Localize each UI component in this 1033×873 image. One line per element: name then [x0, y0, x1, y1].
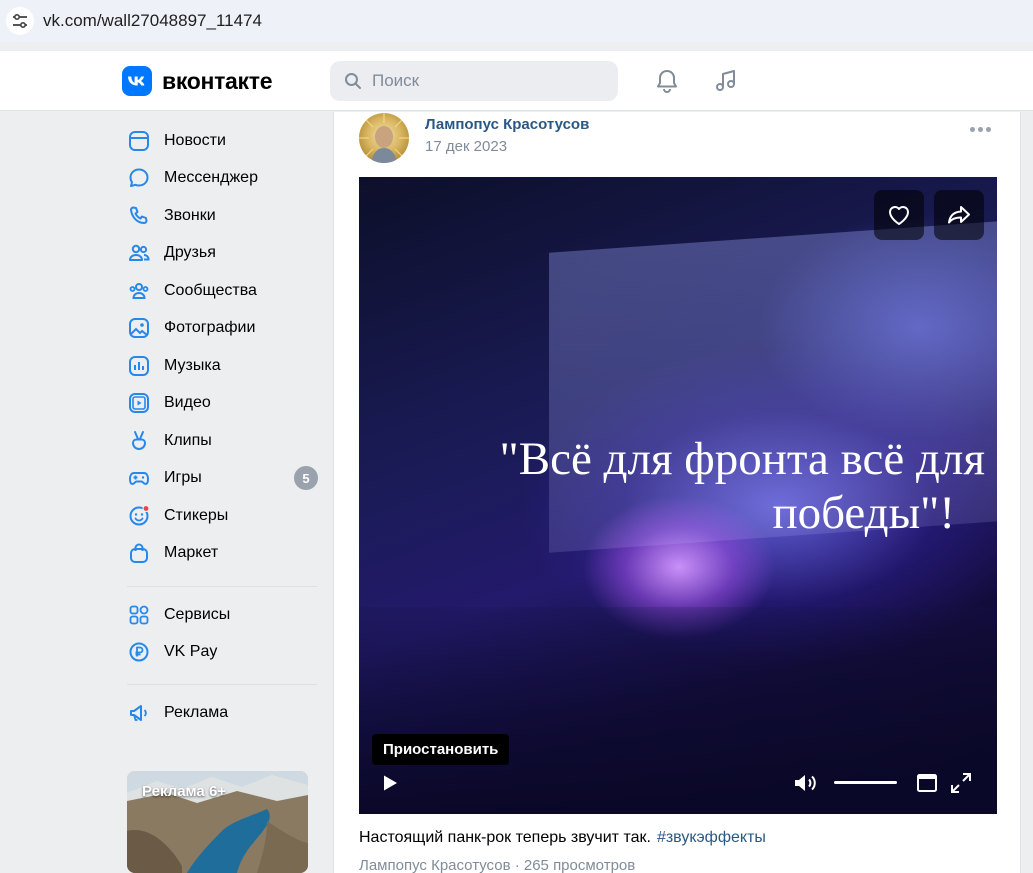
post-body: Настоящий панк-рок теперь звучит так. [359, 829, 651, 846]
search-placeholder: Поиск [372, 71, 420, 90]
sidebar-item-label: Реклама [164, 704, 229, 721]
sidebar-divider [127, 586, 317, 587]
sidebar-item-label: Клипы [164, 432, 212, 449]
sidebar-item-label: Звонки [164, 207, 216, 224]
video-caption-line: "Всё для фронта всё для [499, 433, 985, 485]
url-text[interactable]: vk.com/wall27048897_11474 [43, 11, 262, 31]
services-icon [127, 603, 151, 627]
sidebar-item-news[interactable]: Новости [122, 123, 318, 159]
post-date[interactable]: 17 дек 2023 [425, 138, 507, 155]
sidebar-item-label: Друзья [164, 244, 216, 261]
post-meta: Лампопус Красотусов · 265 просмотров [359, 857, 636, 873]
sidebar-item-label: Игры [164, 469, 202, 486]
wall-post: Лампопус Красотусов 17 дек 2023 "Всё для… [333, 112, 1021, 873]
sidebar-item-communities[interactable]: Сообщества [122, 273, 318, 309]
music-icon [127, 354, 151, 378]
games-badge: 5 [294, 466, 318, 490]
sidebar-item-label: Новости [164, 132, 226, 149]
sidebar-item-label: Мессенджер [164, 169, 258, 186]
avatar[interactable] [359, 113, 409, 163]
sidebar-item-label: Фотографии [164, 319, 256, 336]
volume-button[interactable] [791, 772, 821, 794]
search-input[interactable]: Поиск [330, 61, 618, 101]
logo-text: вконтакте [162, 67, 273, 94]
sidebar-item-market[interactable]: Маркет [122, 535, 318, 571]
ad-banner-label: Реклама 6+ [142, 783, 227, 800]
sidebar-item-games[interactable]: Игры 5 [122, 460, 318, 496]
fullscreen-button[interactable] [949, 772, 973, 794]
phone-icon [127, 204, 151, 228]
search-icon [344, 72, 362, 90]
top-header: вконтакте Поиск [0, 51, 1033, 111]
clips-icon [127, 429, 151, 453]
sidebar-item-ads[interactable]: Реклама [122, 695, 318, 731]
sidebar-item-stickers[interactable]: Стикеры [122, 498, 318, 534]
hashtag-link[interactable]: #звукэффекты [657, 829, 766, 846]
share-icon [948, 206, 970, 224]
stickers-icon [127, 504, 151, 528]
video-caption: "Всё для фронта всё для победы"! [385, 432, 985, 540]
video-frame-crowd [359, 607, 997, 814]
vkpay-icon [127, 640, 151, 664]
vk-logo-icon [122, 66, 152, 96]
friends-icon [127, 241, 151, 265]
mini-player-button[interactable] [915, 772, 939, 794]
communities-icon [127, 279, 151, 303]
sidebar-item-friends[interactable]: Друзья [122, 235, 318, 271]
sidebar-item-label: Музыка [164, 357, 221, 374]
play-icon [384, 775, 397, 791]
share-button[interactable] [934, 190, 984, 240]
games-icon [127, 466, 151, 490]
like-button[interactable] [874, 190, 924, 240]
video-icon [127, 391, 151, 415]
market-icon [127, 541, 151, 565]
more-options-icon[interactable] [970, 127, 991, 132]
volume-slider[interactable] [834, 781, 897, 784]
music-icon[interactable] [712, 67, 740, 95]
sidebar-item-music[interactable]: Музыка [122, 348, 318, 384]
sidebar-item-label: VK Pay [164, 643, 218, 660]
sidebar-item-video[interactable]: Видео [122, 385, 318, 421]
sidebar-item-label: Сервисы [164, 606, 231, 623]
video-player[interactable]: "Всё для фронта всё для победы"! Приоста… [359, 177, 997, 814]
sidebar-item-clips[interactable]: Клипы [122, 423, 318, 459]
volume-icon [795, 775, 816, 791]
sidebar-item-services[interactable]: Сервисы [122, 597, 318, 633]
messenger-icon [127, 166, 151, 190]
window-icon [917, 774, 937, 792]
sidebar-item-vkpay[interactable]: VK Pay [122, 634, 318, 670]
sidebar-item-label: Сообщества [164, 282, 257, 299]
pause-tooltip: Приостановить [372, 734, 510, 765]
vk-logo[interactable]: вконтакте [122, 66, 273, 96]
news-icon [127, 129, 151, 153]
bell-icon[interactable] [653, 67, 681, 95]
ad-banner[interactable]: Реклама 6+ [127, 771, 308, 873]
post-text: Настоящий панк-рок теперь звучит так. #зв… [359, 829, 766, 847]
sidebar-item-photos[interactable]: Фотографии [122, 310, 318, 346]
fullscreen-icon [951, 773, 971, 793]
post-author[interactable]: Лампопус Красотусов [425, 116, 589, 133]
sidebar-item-calls[interactable]: Звонки [122, 198, 318, 234]
site-settings-icon[interactable] [6, 7, 34, 35]
sidebar-item-messenger[interactable]: Мессенджер [122, 160, 318, 196]
heart-icon [889, 206, 909, 225]
sidebar-item-label: Маркет [164, 544, 219, 561]
megaphone-icon [127, 701, 151, 725]
play-button[interactable] [377, 772, 403, 794]
video-caption-line: победы"! [772, 487, 955, 539]
photos-icon [127, 316, 151, 340]
sidebar-item-label: Видео [164, 394, 211, 411]
browser-address-bar: vk.com/wall27048897_11474 [0, 0, 1033, 42]
sidebar-divider [127, 684, 317, 685]
sidebar-item-label: Стикеры [164, 507, 229, 524]
